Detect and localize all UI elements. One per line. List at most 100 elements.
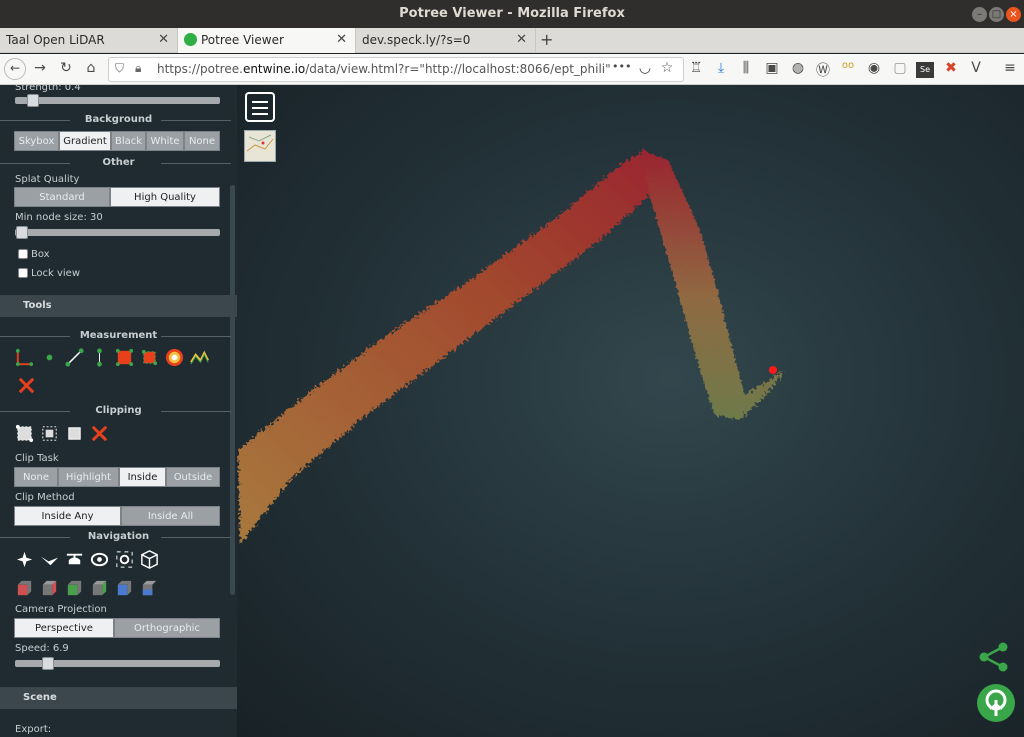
point-cloud-viewport[interactable] [237, 85, 1024, 737]
library-icon[interactable]: ⫼ [737, 60, 755, 76]
tab-potree[interactable]: Potree Viewer ✕ [178, 28, 356, 53]
background-none-button[interactable]: None [184, 131, 220, 151]
slider-thumb[interactable] [27, 94, 39, 107]
volume-measure-icon[interactable] [139, 347, 160, 368]
front-view-icon[interactable] [39, 578, 60, 599]
extension-icon[interactable]: ♖ [687, 60, 705, 76]
height-profile-icon[interactable] [189, 347, 210, 368]
blank-extension-icon[interactable]: ▢ [891, 60, 909, 76]
clip-task-options: None Highlight Inside Outside [14, 467, 220, 487]
splat-standard-button[interactable]: Standard [14, 187, 110, 207]
background-white-button[interactable]: White [146, 131, 184, 151]
lock-view-checkbox[interactable] [18, 268, 28, 278]
area-measure-icon[interactable] [114, 347, 135, 368]
point-measure-icon[interactable] [39, 347, 60, 368]
window-titlebar: Potree Viewer - Mozilla Firefox – □ × [0, 0, 1024, 28]
close-tab-icon[interactable]: ✕ [336, 32, 347, 47]
slider-thumb[interactable] [42, 657, 54, 670]
share-icon[interactable] [977, 640, 1011, 674]
background-options: Skybox Gradient Black White None [14, 131, 220, 151]
vue-icon[interactable]: V [967, 60, 985, 76]
point-cloud [238, 150, 785, 545]
pocket-icon[interactable]: ◡ [636, 60, 654, 76]
clip-task-none-button[interactable]: None [14, 467, 58, 487]
clip-task-inside-button[interactable]: Inside [119, 467, 166, 487]
potree-logo-icon[interactable] [976, 683, 1016, 723]
measurement-heading: Measurement [0, 330, 237, 341]
clip-polygon-icon[interactable] [14, 423, 35, 444]
url-prefix: https://potree. [157, 62, 243, 76]
home-icon[interactable]: ⌂ [82, 60, 100, 76]
fly-controls-icon[interactable] [39, 549, 60, 570]
tab-taal[interactable]: Taal Open LiDAR ✕ [0, 28, 178, 53]
clip-task-label: Clip Task [15, 453, 59, 464]
clip-task-outside-button[interactable]: Outside [166, 467, 220, 487]
right-view-icon[interactable] [89, 578, 110, 599]
close-window-button[interactable]: × [1006, 7, 1021, 22]
navigation-modes [14, 549, 160, 570]
min-node-size-slider[interactable] [15, 226, 220, 239]
strength-label: Strength: 0.4 [15, 85, 81, 93]
perspective-button[interactable]: Perspective [14, 618, 114, 638]
navigation-cube-icon[interactable] [139, 549, 160, 570]
focus-icon[interactable] [114, 549, 135, 570]
page-actions-icon[interactable]: ••• [612, 60, 631, 73]
orbit-controls-icon[interactable] [89, 549, 110, 570]
hamburger-menu-icon[interactable]: ≡ [1001, 60, 1019, 76]
forward-icon[interactable]: → [31, 60, 49, 76]
scene-panel-header[interactable]: Scene [0, 687, 237, 709]
angle-measure-icon[interactable] [14, 347, 35, 368]
close-tab-icon[interactable]: ✕ [516, 32, 527, 47]
puzzle-icon[interactable]: ✖ [942, 60, 960, 76]
clip-inside-all-button[interactable]: Inside All [121, 506, 220, 526]
helicopter-controls-icon[interactable] [64, 549, 85, 570]
maximize-button[interactable]: □ [989, 7, 1004, 22]
left-view-icon[interactable] [14, 578, 35, 599]
splat-high-quality-button[interactable]: High Quality [110, 187, 220, 207]
sidebar-toggle-icon[interactable]: ▣ [763, 60, 781, 76]
orthographic-button[interactable]: Orthographic [114, 618, 220, 638]
bottom-view-icon[interactable] [139, 578, 160, 599]
url-bar[interactable]: ⛉ 🔒︎ https://potree.entwine.io/data/view… [108, 57, 684, 82]
clip-box-icon[interactable] [64, 423, 85, 444]
tools-panel-header[interactable]: Tools [0, 295, 237, 317]
background-black-button[interactable]: Black [111, 131, 146, 151]
wordpress-icon[interactable]: Ⓦ [814, 60, 832, 80]
camera-projection-options: Perspective Orthographic [14, 618, 220, 638]
strength-slider[interactable] [15, 94, 220, 107]
distance-measure-icon[interactable] [64, 347, 85, 368]
selenium-icon[interactable]: Se [916, 62, 934, 78]
top-view-icon[interactable] [64, 578, 85, 599]
minimize-button[interactable]: – [972, 7, 987, 22]
sphere-volume-icon[interactable] [164, 347, 185, 368]
new-tab-icon[interactable]: + [540, 30, 553, 49]
close-tab-icon[interactable]: ✕ [158, 32, 169, 47]
slider-thumb[interactable] [16, 226, 28, 239]
background-gradient-button[interactable]: Gradient [59, 131, 111, 151]
remove-clipping-icon[interactable] [89, 423, 110, 444]
back-view-icon[interactable] [114, 578, 135, 599]
tab-speckly[interactable]: dev.speck.ly/?s=0 ✕ [356, 28, 536, 53]
clip-inside-any-button[interactable]: Inside Any [14, 506, 121, 526]
clip-task-highlight-button[interactable]: Highlight [58, 467, 119, 487]
earth-controls-icon[interactable] [14, 549, 35, 570]
clip-method-label: Clip Method [15, 492, 75, 503]
speed-slider[interactable] [15, 657, 220, 670]
account-icon[interactable]: ◉ [865, 60, 883, 76]
tab-label: Potree Viewer [201, 33, 284, 47]
shield-icon[interactable]: ⛉ [115, 61, 124, 76]
back-icon[interactable]: ← [4, 58, 26, 80]
export-label: Export: [15, 724, 52, 735]
height-measure-icon[interactable] [89, 347, 110, 368]
reload-icon[interactable]: ↻ [57, 60, 75, 76]
color-extension-icon[interactable]: oo [839, 60, 857, 71]
marker-point[interactable] [769, 366, 777, 374]
bookmark-star-icon[interactable]: ☆ [658, 60, 676, 76]
background-skybox-button[interactable]: Skybox [14, 131, 59, 151]
globe-icon[interactable]: ◍ [789, 60, 807, 76]
download-icon[interactable]: ⤓ [712, 60, 730, 76]
clipping-tools [14, 423, 110, 444]
box-checkbox[interactable] [18, 249, 28, 259]
clip-volume-icon[interactable] [39, 423, 60, 444]
remove-measurements-icon[interactable] [16, 375, 37, 396]
